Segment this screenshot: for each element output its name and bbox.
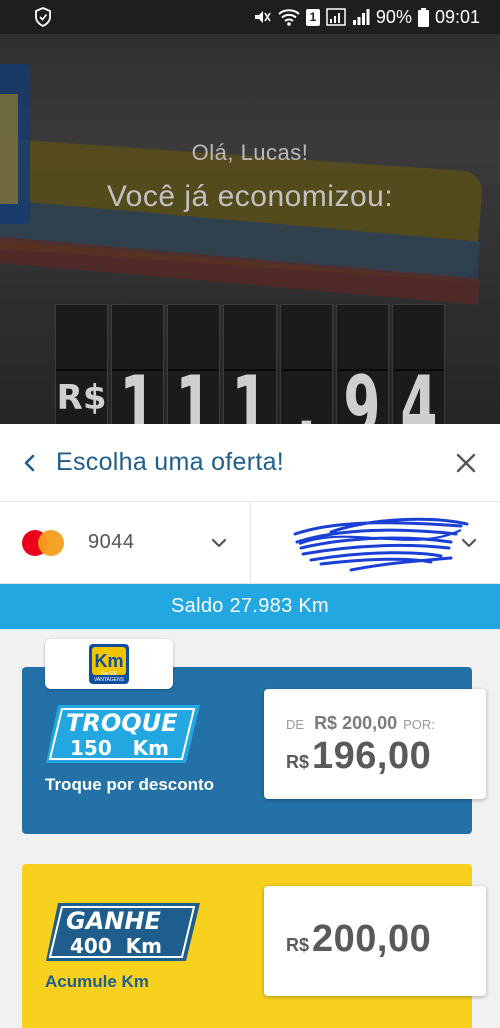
counter-digit: ,: [279, 304, 333, 424]
greeting-text: Olá, Lucas!: [191, 140, 309, 165]
signal-icon: [352, 9, 370, 25]
battery-percent: 90%: [375, 6, 412, 27]
savings-counter: R$ 1 1 1 , 9 4: [55, 304, 445, 424]
wifi-icon: [278, 9, 300, 26]
close-button[interactable]: [454, 451, 478, 475]
card-last-digits: 9044: [88, 531, 135, 553]
svg-text:150 Km: 150 Km: [70, 736, 169, 760]
ganhe-badge: GANHE 400 Km: [46, 903, 200, 961]
chevron-down-icon: [211, 538, 226, 547]
svg-text:400 Km: 400 Km: [70, 934, 162, 958]
status-bar: 1 90% 09:01: [0, 0, 500, 34]
counter-digit: 9: [335, 304, 389, 424]
price-box: R$ 200,00: [264, 886, 486, 996]
savings-title: Você já economizou:: [106, 180, 394, 213]
payment-selectors: 9044: [0, 502, 500, 584]
original-price: DE R$ 200,00 POR:: [286, 713, 435, 733]
counter-digit: R$: [55, 304, 109, 424]
hero-banner: Olá, Lucas! Você já economizou: R$ 1 1 1…: [0, 34, 500, 424]
shield-icon: [35, 7, 51, 27]
signal-icon: [326, 8, 346, 26]
km-logo-icon: Km Km DE VANTAGENS: [89, 644, 129, 684]
redacted-scribble: [293, 517, 468, 572]
offer-list: Km Km DE VANTAGENS TROQUE 150 Km Troque …: [0, 629, 500, 1028]
price-box: DE R$ 200,00 POR: R$ 196,00: [264, 689, 486, 799]
counter-digit: 1: [167, 304, 221, 424]
offer-card-troque[interactable]: TROQUE 150 Km Troque por desconto DE R$ …: [22, 667, 486, 834]
chevron-left-icon: [24, 454, 35, 471]
close-icon: [456, 453, 476, 472]
offer-description: Troque por desconto: [45, 775, 215, 794]
clock: 09:01: [434, 6, 480, 27]
sheet-title: Escolha uma oferta!: [56, 448, 285, 476]
svg-text:GANHE: GANHE: [66, 907, 161, 935]
sim-icon: 1: [305, 8, 320, 26]
mute-icon: [254, 11, 271, 23]
back-button[interactable]: [22, 453, 40, 473]
card-selector[interactable]: 9044: [0, 502, 250, 583]
battery-icon: [417, 7, 429, 27]
balance-bar: Saldo 27.983 Km: [0, 584, 500, 629]
offer-price: R$ 200,00: [286, 918, 432, 960]
counter-digit: 1: [223, 304, 277, 424]
offer-sheet: Escolha uma oferta! 9044 Saldo 27.983 Km…: [0, 424, 500, 1028]
svg-text:TROQUE: TROQUE: [66, 709, 178, 737]
mastercard-icon: [22, 529, 66, 556]
counter-digit: 4: [391, 304, 445, 424]
brand-logo: Km Km DE VANTAGENS: [45, 639, 173, 689]
sheet-header: Escolha uma oferta!: [0, 424, 500, 502]
troque-badge: TROQUE 150 Km: [46, 705, 200, 763]
counter-digit: 1: [111, 304, 165, 424]
account-selector[interactable]: [249, 502, 500, 583]
offer-description: Acumule Km: [45, 972, 149, 991]
offer-card-ganhe[interactable]: GANHE 400 Km Acumule Km R$ 200,00: [22, 864, 486, 1028]
offer-price: R$ 196,00: [286, 735, 432, 777]
